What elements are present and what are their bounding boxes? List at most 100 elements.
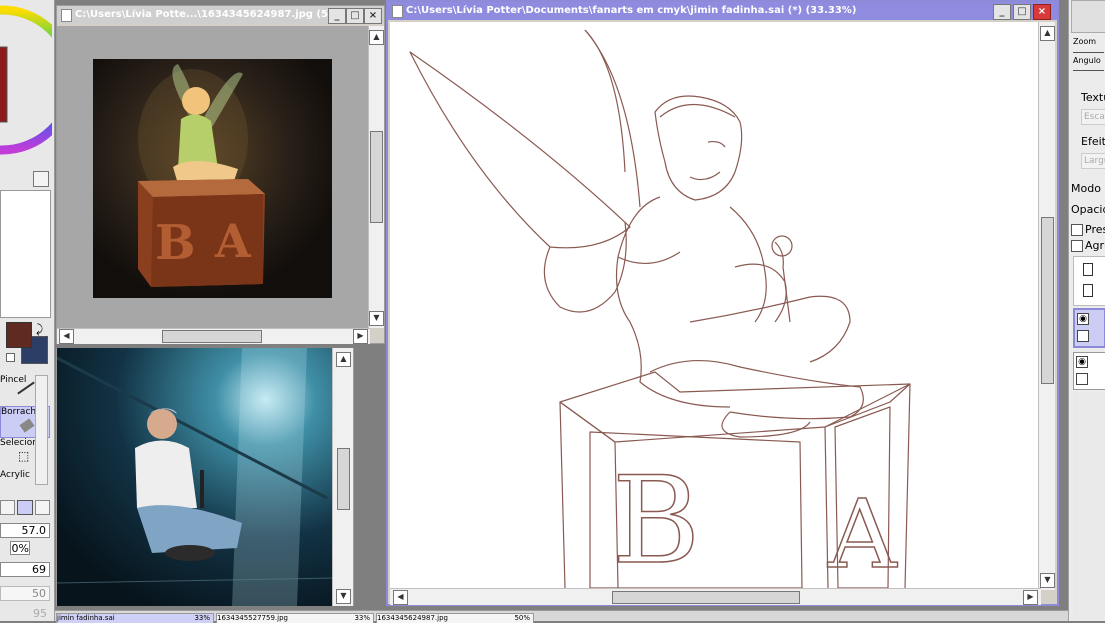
mode-label: Modo (1071, 182, 1101, 195)
clipping-group-label: Agru (1085, 239, 1105, 252)
reference-window-1-vscrollbar[interactable]: ▲ ▼ (368, 26, 384, 328)
brush-size-field[interactable]: 57.0 (0, 523, 50, 538)
main-canvas-titlebar[interactable]: C:\Users\Lívia Potter\Documents\fanarts … (388, 2, 1057, 20)
blend-field[interactable]: 50 (0, 586, 50, 601)
concert-reference-image (57, 348, 335, 606)
scroll-thumb[interactable] (1041, 217, 1054, 384)
maximize-button[interactable]: □ (1013, 4, 1031, 20)
eraser-icon (19, 418, 35, 433)
document-tab-bar: jimin fadinha.sai 33% 1634345527759.jpg … (55, 610, 1068, 623)
checkbox-icon (1071, 224, 1083, 236)
reference-window-1-titlebar[interactable]: C:\Users\Lívia Potte...\1634345624987.jp… (57, 6, 384, 24)
selection-pen-icon: ⬚ (18, 449, 30, 463)
density-field[interactable]: 69 (0, 562, 50, 577)
reference-window-1-hscrollbar[interactable]: ◀ ▶ (57, 328, 370, 344)
angle-slider[interactable] (1073, 67, 1104, 71)
sketch-drawing: B A (409, 29, 911, 588)
brush-shape-square-button[interactable] (34, 500, 50, 515)
layer-mode-icon[interactable] (1076, 373, 1088, 385)
tab-jimin-fadinha[interactable]: jimin fadinha.sai 33% (56, 613, 214, 623)
scroll-thumb[interactable] (612, 591, 800, 604)
layer-row[interactable]: ◉ (1073, 352, 1105, 390)
scroll-right-arrow[interactable]: ▶ (1023, 590, 1038, 605)
block-letter-b: B (155, 215, 196, 271)
sketch-letter-a: A (827, 480, 898, 588)
swap-colors-icon[interactable]: ⤸ (36, 322, 43, 337)
reference-window-1-title: C:\Users\Lívia Potte...\1634345624987.jp… (75, 9, 350, 20)
drawing-canvas[interactable]: B A (390, 22, 1041, 588)
new-layer-set-icon[interactable] (1083, 284, 1093, 297)
scroll-thumb[interactable] (337, 448, 350, 510)
brush-shape-soft-button[interactable] (17, 500, 33, 515)
scroll-thumb[interactable] (370, 131, 383, 223)
block-letter-a: A (214, 214, 252, 268)
scroll-down-arrow[interactable]: ▼ (336, 589, 351, 604)
reference-window-1: C:\Users\Lívia Potte...\1634345624987.jp… (56, 5, 385, 344)
layer-row-selected[interactable]: ◉ (1073, 308, 1105, 348)
reference-canvas-area[interactable]: B A (57, 26, 370, 328)
scroll-up-arrow[interactable]: ▲ (369, 30, 384, 45)
brush-shape-round-button[interactable] (0, 500, 16, 515)
scroll-down-arrow[interactable]: ▼ (369, 311, 384, 326)
tab-zoom: 50% (514, 614, 530, 622)
scroll-left-arrow[interactable]: ◀ (393, 590, 408, 605)
zoom-slider[interactable] (1073, 47, 1104, 53)
document-icon (392, 5, 403, 18)
scroll-up-arrow[interactable]: ▲ (336, 352, 351, 367)
texture-dropdown[interactable]: Esca (1081, 109, 1105, 125)
eye-icon[interactable]: ◉ (1076, 356, 1088, 368)
preserve-opacity-checkbox[interactable]: Pres (1071, 223, 1105, 236)
maximize-button[interactable]: □ (346, 8, 364, 24)
scroll-left-arrow[interactable]: ◀ (59, 329, 74, 344)
scroll-right-arrow[interactable]: ▶ (353, 329, 368, 344)
document-icon (61, 9, 72, 22)
layer-buttons (1073, 256, 1105, 306)
clipping-group-checkbox[interactable]: Agru (1071, 239, 1105, 252)
eye-icon[interactable]: ◉ (1077, 313, 1089, 325)
minimize-button[interactable]: _ (328, 8, 346, 24)
angle-label: Angulo (1073, 56, 1101, 65)
close-button[interactable]: × (1033, 4, 1051, 20)
tab-reference-1[interactable]: 1634345624987.jpg 50% (376, 613, 534, 623)
checkbox-icon (1071, 240, 1083, 252)
pen-icon[interactable] (1077, 330, 1089, 342)
scroll-thumb[interactable] (162, 330, 262, 343)
tool-list-scrollbar[interactable] (35, 375, 48, 485)
texture-label: Textu (1081, 91, 1105, 104)
tab-zoom: 33% (354, 614, 370, 622)
tab-reference-2[interactable]: 1634345527759.jpg 33% (216, 613, 374, 623)
tool-selecior-label: Selecior (0, 438, 36, 448)
layer-list-empty-area (1073, 392, 1105, 621)
reset-colors-icon[interactable] (6, 353, 15, 362)
min-size-field[interactable]: 0% (10, 541, 30, 555)
preserve-opacity-label: Pres (1085, 223, 1105, 236)
main-canvas-window: C:\Users\Lívia Potter\Documents\fanarts … (386, 0, 1059, 606)
persistence-field[interactable]: 95 (0, 607, 50, 621)
zoom-label: Zoom (1073, 37, 1097, 46)
tool-pincel-label: Pincel (0, 375, 27, 385)
sketch-letter-b: B (612, 452, 700, 588)
scroll-down-arrow[interactable]: ▼ (1040, 573, 1055, 588)
close-button[interactable]: × (364, 8, 382, 24)
main-canvas-hscrollbar[interactable]: ◀ ▶ (390, 588, 1041, 605)
reference-window-2-vscrollbar[interactable]: ▲ ▼ (332, 348, 353, 606)
color-scratchpad[interactable] (0, 190, 51, 318)
effect-label: Efeito (1081, 135, 1105, 148)
main-color-swatch[interactable] (6, 322, 32, 348)
main-canvas-vscrollbar[interactable]: ▲ ▼ (1038, 22, 1055, 590)
reference-window-2: ▲ ▼ (56, 348, 354, 606)
tool-panel: ⤸ Pincel Borracha Selecior ⬚ Acrylic 57.… (0, 0, 55, 621)
navigator-preview[interactable] (1071, 0, 1105, 33)
brush-shape-selector (0, 500, 50, 515)
color-wheel[interactable] (0, 2, 52, 162)
new-layer-icon[interactable] (1083, 263, 1093, 276)
scroll-up-arrow[interactable]: ▲ (1040, 26, 1055, 41)
minimize-button[interactable]: _ (993, 4, 1011, 20)
color-panel-toggle-button[interactable] (33, 171, 49, 187)
effect-dropdown[interactable]: Largu (1081, 153, 1105, 169)
tinker-bell-reference-image: B A (93, 59, 332, 298)
opacity-label: Opacid (1071, 203, 1105, 216)
right-panel: Zoom Angulo Textu Esca Efeito Largu Modo… (1068, 0, 1105, 621)
tab-zoom: 33% (194, 614, 210, 622)
main-canvas-title: C:\Users\Lívia Potter\Documents\fanarts … (406, 5, 857, 16)
